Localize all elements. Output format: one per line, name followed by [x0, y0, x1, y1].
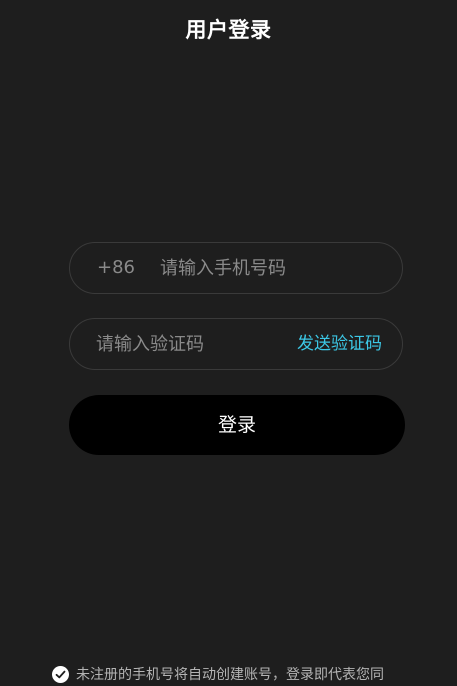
- check-circle-icon[interactable]: [52, 665, 69, 683]
- country-code[interactable]: +86: [97, 243, 135, 293]
- page-title: 用户登录: [185, 18, 272, 42]
- agreement-text: 未注册的手机号将自动创建账号，登录即代表您同: [76, 667, 384, 683]
- verification-code-field[interactable]: 发送验证码: [69, 318, 403, 370]
- phone-field[interactable]: +86: [69, 242, 403, 294]
- agreement-row: 未注册的手机号将自动创建账号，登录即代表您同: [52, 664, 384, 684]
- phone-input[interactable]: [160, 243, 380, 293]
- login-button[interactable]: 登录: [69, 395, 405, 455]
- send-code-button[interactable]: 发送验证码: [297, 319, 382, 369]
- verification-code-input[interactable]: [96, 319, 276, 369]
